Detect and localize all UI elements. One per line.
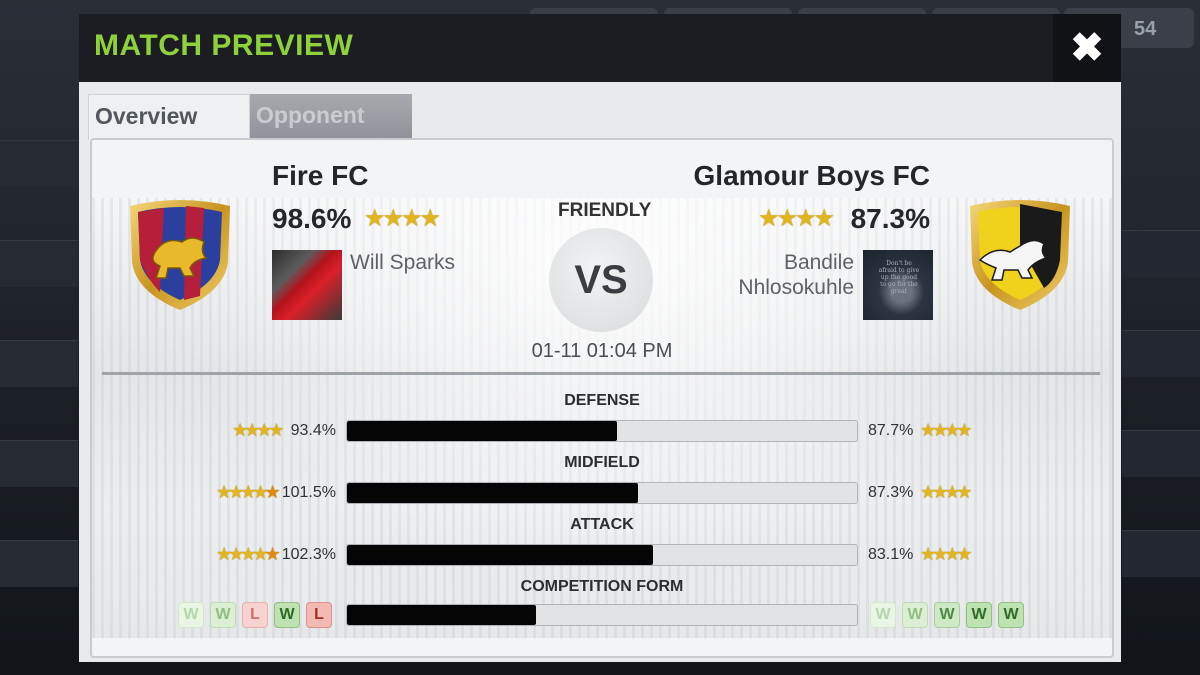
- overview-panel: Fire FC 98.6% ★★★★ Will Sparks FRIENDLY …: [90, 138, 1114, 658]
- home-attack-stars-icon: ★★★★★: [216, 544, 281, 564]
- home-form-result: L: [242, 602, 268, 628]
- stat-title-competition-form: COMPETITION FORM: [520, 578, 684, 595]
- attack-comparison-bar: [346, 544, 858, 566]
- match-preview-modal: MATCH PREVIEW ✖ Overview Opponent Fire F…: [79, 14, 1121, 662]
- home-form-result: W: [210, 602, 236, 628]
- background-row: [0, 440, 78, 487]
- background-row: [0, 340, 78, 387]
- modal-header: MATCH PREVIEW ✖: [79, 14, 1121, 82]
- section-divider: [102, 372, 1100, 375]
- background-row: [1122, 430, 1200, 477]
- attack-bar-fill: [347, 545, 653, 565]
- home-manager-name: Will Sparks: [350, 251, 456, 274]
- away-midfield-value: 87.3%: [868, 484, 914, 501]
- away-form-result: W: [998, 602, 1024, 628]
- away-form-result: W: [934, 602, 960, 628]
- background-row: [0, 540, 78, 587]
- home-crest-icon: [130, 200, 230, 310]
- background-row: [1122, 230, 1200, 277]
- vs-badge: VS: [549, 228, 653, 332]
- away-manager-last-name: Nhlosokuhle: [738, 276, 854, 299]
- background-row: [1122, 330, 1200, 377]
- away-form-badges: W W W W W: [870, 602, 1024, 628]
- background-counter: 54: [1134, 18, 1157, 40]
- form-bar-fill: [347, 605, 536, 625]
- home-team-rating: 98.6%: [272, 203, 352, 234]
- background-row: [0, 140, 78, 187]
- home-form-result: L: [306, 602, 332, 628]
- background-row: [1122, 530, 1200, 577]
- away-attack-stars-icon: ★★★★: [920, 544, 973, 564]
- home-midfield-stars-icon: ★★★★★: [216, 482, 281, 502]
- stat-title-defense: DEFENSE: [564, 392, 640, 409]
- home-form-result: W: [274, 602, 300, 628]
- home-manager-avatar[interactable]: [272, 250, 342, 320]
- away-manager-first-name: Bandile: [783, 251, 854, 274]
- match-type: FRIENDLY: [558, 200, 652, 221]
- defense-bar-fill: [347, 421, 618, 441]
- home-attack-value: 102.3%: [281, 546, 336, 563]
- home-form-result: W: [178, 602, 204, 628]
- away-rating-stars-icon: ★★★★: [758, 205, 835, 232]
- home-defense-stars-icon: ★★★★: [232, 420, 285, 440]
- midfield-bar-fill: [347, 483, 638, 503]
- away-manager-name: Bandile Nhlosokuhle: [738, 250, 854, 300]
- home-defense-value: 93.4%: [290, 422, 336, 439]
- close-icon[interactable]: ✖: [1053, 14, 1121, 82]
- home-rating-stars-icon: ★★★★: [364, 205, 441, 232]
- defense-comparison-bar: [346, 420, 858, 442]
- away-crest-icon: [970, 200, 1070, 310]
- home-midfield-value: 101.5%: [281, 484, 336, 501]
- away-form-result: W: [902, 602, 928, 628]
- away-midfield-stars-icon: ★★★★: [920, 482, 973, 502]
- home-team-name: Fire FC: [272, 160, 369, 191]
- away-defense-stars-icon: ★★★★: [920, 420, 973, 440]
- stat-title-midfield: MIDFIELD: [564, 454, 640, 471]
- stat-title-attack: ATTACK: [570, 516, 634, 533]
- tab-opponent[interactable]: Opponent: [250, 94, 412, 140]
- midfield-comparison-bar: [346, 482, 858, 504]
- away-manager-avatar[interactable]: Don't be afraid to give up the good to g…: [863, 250, 933, 320]
- background-row: [0, 240, 78, 287]
- away-form-result: W: [966, 602, 992, 628]
- away-defense-value: 87.7%: [868, 422, 914, 439]
- home-form-badges: W W L W L: [178, 602, 332, 628]
- form-comparison-bar: [346, 604, 858, 626]
- away-team-name: Glamour Boys FC: [693, 160, 930, 191]
- away-team-rating: 87.3%: [850, 203, 930, 234]
- away-attack-value: 83.1%: [868, 546, 914, 563]
- away-avatar-text: Don't be afraid to give up the good to g…: [878, 260, 920, 295]
- match-datetime: 01-11 01:04 PM: [531, 340, 673, 362]
- modal-title: MATCH PREVIEW: [94, 29, 354, 62]
- tab-overview[interactable]: Overview: [88, 94, 250, 140]
- away-form-result: W: [870, 602, 896, 628]
